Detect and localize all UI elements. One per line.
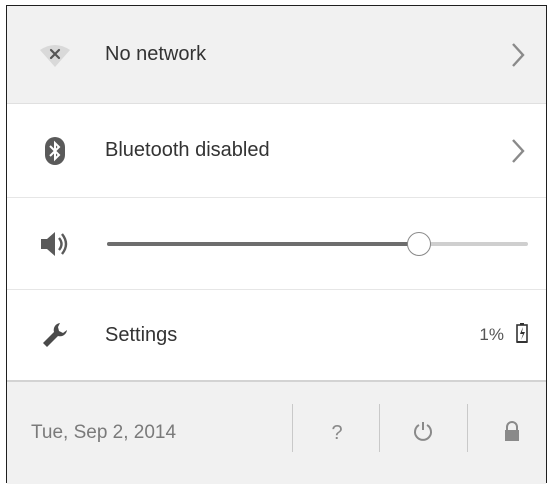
power-icon xyxy=(412,420,434,447)
lock-button[interactable] xyxy=(492,413,532,453)
volume-slider-thumb[interactable] xyxy=(406,231,431,256)
power-button[interactable] xyxy=(403,413,443,453)
system-tray-panel: No network Bluetooth disabled Settings 1… xyxy=(6,5,547,484)
help-label: ? xyxy=(331,421,343,444)
divider xyxy=(292,404,293,452)
wifi-x-icon xyxy=(35,35,75,75)
settings-label: Settings xyxy=(105,323,178,346)
battery-charging-icon xyxy=(516,322,528,349)
help-button[interactable]: ? xyxy=(317,413,357,453)
battery-percent: 1% xyxy=(479,325,504,344)
tray-footer: Tue, Sep 2, 2014 ? xyxy=(7,382,546,484)
speaker-icon[interactable] xyxy=(35,224,75,264)
divider xyxy=(379,404,380,452)
network-row[interactable]: No network xyxy=(7,6,546,104)
settings-row[interactable]: Settings 1% xyxy=(7,290,546,382)
bluetooth-icon xyxy=(35,131,75,171)
volume-row xyxy=(7,198,546,290)
bluetooth-row[interactable]: Bluetooth disabled xyxy=(7,104,546,198)
chevron-right-icon[interactable] xyxy=(506,39,530,71)
chevron-right-icon[interactable] xyxy=(506,135,530,167)
volume-slider-fill xyxy=(107,241,419,246)
bluetooth-label: Bluetooth disabled xyxy=(105,139,270,161)
divider xyxy=(467,404,468,452)
lock-icon xyxy=(503,420,521,447)
wrench-icon xyxy=(35,315,75,355)
network-label: No network xyxy=(105,43,207,65)
volume-slider[interactable] xyxy=(107,231,528,256)
battery-status: 1% xyxy=(479,322,528,349)
date-label[interactable]: Tue, Sep 2, 2014 xyxy=(31,422,176,444)
